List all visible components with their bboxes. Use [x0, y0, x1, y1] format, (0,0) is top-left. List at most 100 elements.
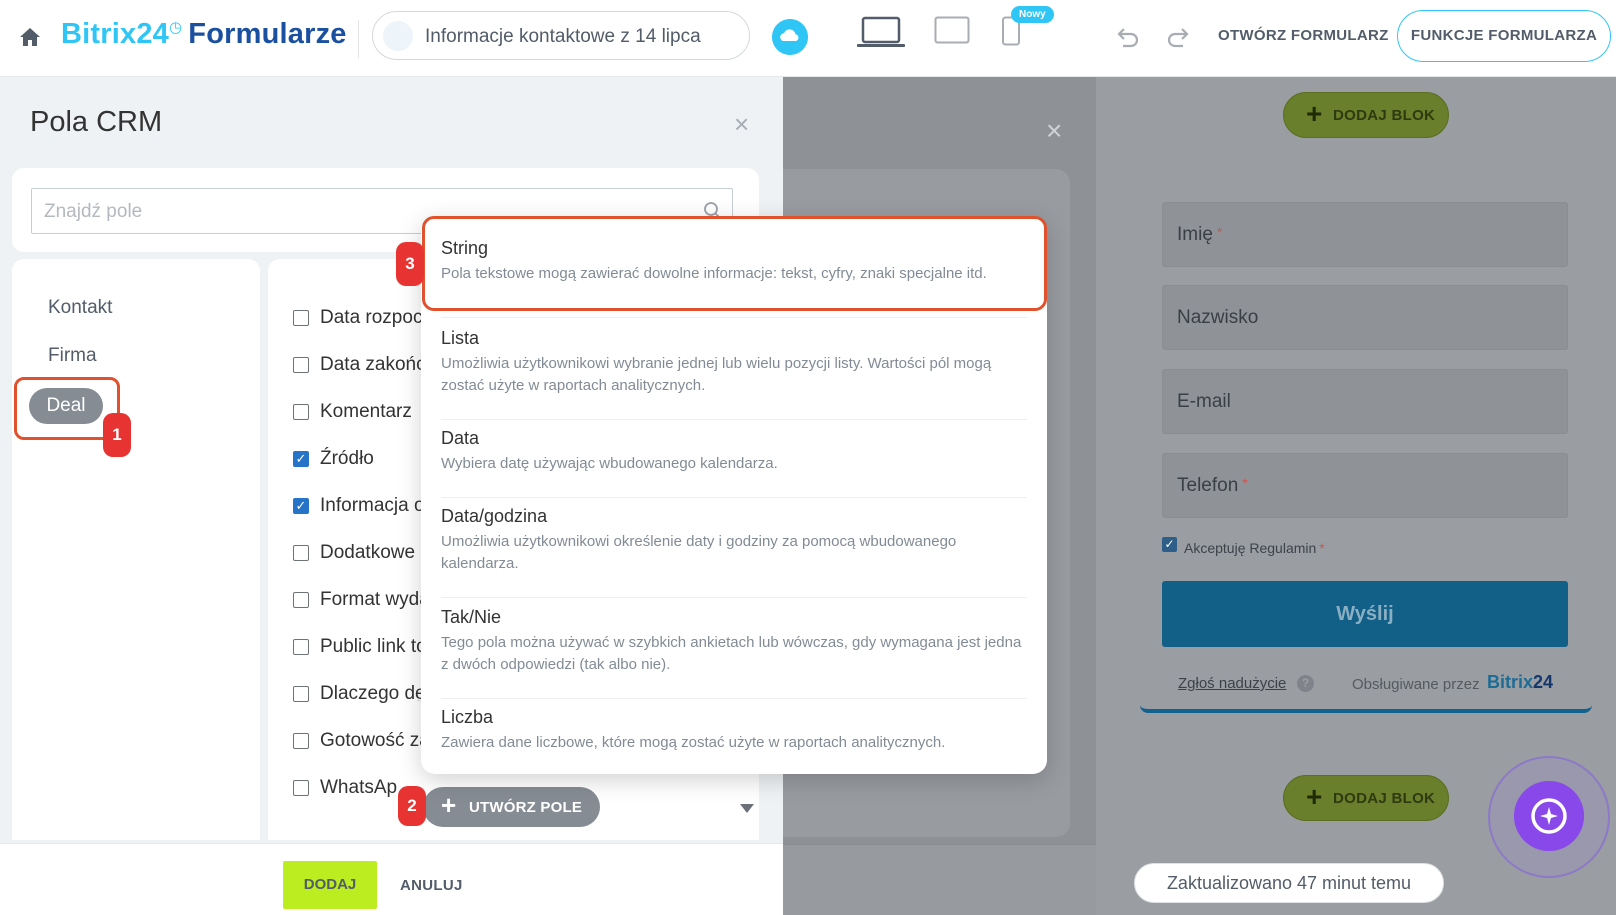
- add-button[interactable]: DODAJ: [283, 861, 377, 909]
- menu-item-yes-no[interactable]: Tak/Nie Tego pola można używać w szybkic…: [441, 607, 1027, 699]
- tablet-icon[interactable]: [934, 16, 970, 44]
- field-label: Dodatkowe: [320, 542, 416, 563]
- menu-item-description: Pola tekstowe mogą zawierać dowolne info…: [441, 265, 987, 282]
- laptop-icon[interactable]: [856, 16, 906, 50]
- field-label: Telefon *: [1177, 475, 1248, 497]
- email-label: E-mail: [1177, 391, 1231, 412]
- menu-item-title: Liczba: [441, 707, 494, 727]
- step-badge-2: 2: [398, 786, 426, 826]
- field-label: WhatsAp: [320, 777, 398, 798]
- home-icon[interactable]: [18, 26, 42, 48]
- field-checkbox[interactable]: [293, 686, 309, 702]
- terms-checkbox[interactable]: ✓: [1162, 537, 1177, 552]
- terms-text: Akceptuję Regulamin: [1184, 540, 1317, 556]
- updated-status: Zaktualizowano 47 minut temu: [1134, 863, 1444, 903]
- required-mark: *: [1319, 540, 1325, 556]
- menu-item-description: Umożliwia użytkownikowi wybranie jednej …: [441, 355, 992, 394]
- cancel-button[interactable]: ANULUJ: [400, 877, 463, 894]
- first-name-field[interactable]: Imię *: [1162, 202, 1568, 267]
- field-checkbox[interactable]: [293, 780, 309, 796]
- field-label: Informacja o: [320, 495, 425, 516]
- menu-item-title: String: [441, 238, 489, 258]
- undo-icon[interactable]: [1115, 24, 1141, 48]
- form-icon: [383, 21, 413, 51]
- field-label: Gotowość za: [320, 730, 430, 751]
- step-badge-1: 1: [103, 413, 131, 457]
- logo-text-bitrix: Bitrix24: [61, 18, 169, 50]
- add-block-button[interactable]: + DODAJ BLOK: [1283, 92, 1449, 138]
- field-label: Dlaczego de: [320, 683, 426, 704]
- field-label: Komentarz: [320, 401, 412, 422]
- help-icon[interactable]: ?: [1297, 675, 1314, 692]
- email-field[interactable]: E-mail: [1162, 369, 1568, 434]
- field-label: Format wyda: [320, 589, 430, 610]
- logo-clock-icon: ◷: [169, 19, 183, 37]
- panel-title: Pola CRM: [30, 106, 163, 138]
- field-checkbox[interactable]: [293, 310, 309, 326]
- menu-item-number[interactable]: Liczba Zawiera dane liczbowe, które mogą…: [441, 707, 1027, 757]
- add-block-button[interactable]: + DODAJ BLOK: [1283, 775, 1449, 821]
- menu-item-title: Data/godzina: [441, 506, 548, 526]
- field-checkbox[interactable]: [293, 592, 309, 608]
- add-block-label: DODAJ BLOK: [1333, 107, 1436, 124]
- redo-icon[interactable]: [1165, 24, 1191, 48]
- required-mark: *: [1216, 224, 1223, 240]
- form-title: Informacje kontaktowe z 14 lipca: [425, 26, 701, 47]
- category-deal[interactable]: Deal: [29, 388, 103, 424]
- field-checkbox[interactable]: [293, 639, 309, 655]
- menu-item-title: Data: [441, 428, 480, 448]
- app-logo: Bitrix24◷ Formularze: [61, 18, 347, 51]
- scroll-down-icon[interactable]: [740, 804, 754, 813]
- cloud-icon[interactable]: [772, 19, 808, 55]
- search-placeholder: Znajdź pole: [44, 201, 143, 222]
- create-field-label: UTWÓRZ POLE: [469, 799, 583, 816]
- phone-field[interactable]: Telefon *: [1162, 453, 1568, 518]
- field-checkbox[interactable]: [293, 733, 309, 749]
- field-checkbox[interactable]: [293, 545, 309, 561]
- logo-part: 24: [1533, 672, 1554, 692]
- open-form-button[interactable]: OTWÓRZ FORMULARZ: [1218, 27, 1389, 44]
- menu-item-description: Tego pola można używać w szybkich ankiet…: [441, 634, 1022, 673]
- menu-item-description: Wybiera datę używając wbudowanego kalend…: [441, 455, 778, 472]
- menu-item-title: Lista: [441, 328, 480, 348]
- field-checkbox[interactable]: [293, 404, 309, 420]
- field-checkbox[interactable]: [293, 357, 309, 373]
- report-abuse-link[interactable]: Zgłoś nadużycie: [1178, 675, 1286, 692]
- add-block-label: DODAJ BLOK: [1333, 790, 1436, 807]
- field-checkbox[interactable]: ✓: [293, 451, 309, 467]
- menu-item-string[interactable]: String Pola tekstowe mogą zawierać dowol…: [441, 238, 1027, 318]
- create-field-button[interactable]: + UTWÓRZ POLE: [423, 787, 600, 827]
- field-label: Data rozpoc: [320, 307, 423, 328]
- form-title-field[interactable]: Informacje kontaktowe z 14 lipca: [372, 11, 750, 60]
- menu-item-description: Zawiera dane liczbowe, które mogą zostać…: [441, 734, 946, 751]
- category-contact[interactable]: Kontakt: [48, 297, 112, 319]
- field-type-menu: String Pola tekstowe mogą zawierać dowol…: [421, 216, 1047, 774]
- menu-item-description: Umożliwia użytkownikowi określenie daty …: [441, 533, 957, 572]
- menu-item-title: Tak/Nie: [441, 607, 502, 627]
- assistant-icon[interactable]: [1514, 781, 1584, 851]
- menu-item-datetime[interactable]: Data/godzina Umożliwia użytkownikowi okr…: [441, 506, 1027, 598]
- category-company[interactable]: Firma: [48, 345, 97, 367]
- last-name-label: Nazwisko: [1177, 307, 1259, 328]
- logo-text-forms: Formularze: [188, 18, 347, 50]
- required-mark: *: [1242, 475, 1248, 491]
- terms-label: Akceptuję Regulamin *: [1184, 540, 1325, 556]
- menu-item-date[interactable]: Data Wybiera datę używając wbudowanego k…: [441, 428, 1027, 498]
- new-badge: Nowy: [1011, 6, 1054, 23]
- field-label: Public link to: [320, 636, 427, 657]
- field-checkbox[interactable]: ✓: [293, 498, 309, 514]
- close-icon[interactable]: ×: [734, 109, 749, 140]
- first-name-label: Imię: [1177, 224, 1213, 245]
- field-label: Data zakońc: [320, 354, 426, 375]
- phone-label: Telefon: [1177, 475, 1239, 496]
- last-name-field[interactable]: Nazwisko: [1162, 285, 1568, 350]
- close-icon[interactable]: ×: [1046, 115, 1062, 147]
- menu-item-list[interactable]: Lista Umożliwia użytkownikowi wybranie j…: [441, 328, 1027, 420]
- field-label: Źródło: [320, 448, 374, 469]
- submit-button[interactable]: Wyślij: [1162, 581, 1568, 647]
- plus-icon: +: [1306, 98, 1323, 129]
- panel-footer: DODAJ ANULUJ: [0, 843, 783, 915]
- form-functions-button[interactable]: FUNKCJE FORMULARZA: [1397, 10, 1611, 62]
- background-footer: [783, 844, 1096, 915]
- step-badge-3: 3: [396, 242, 424, 286]
